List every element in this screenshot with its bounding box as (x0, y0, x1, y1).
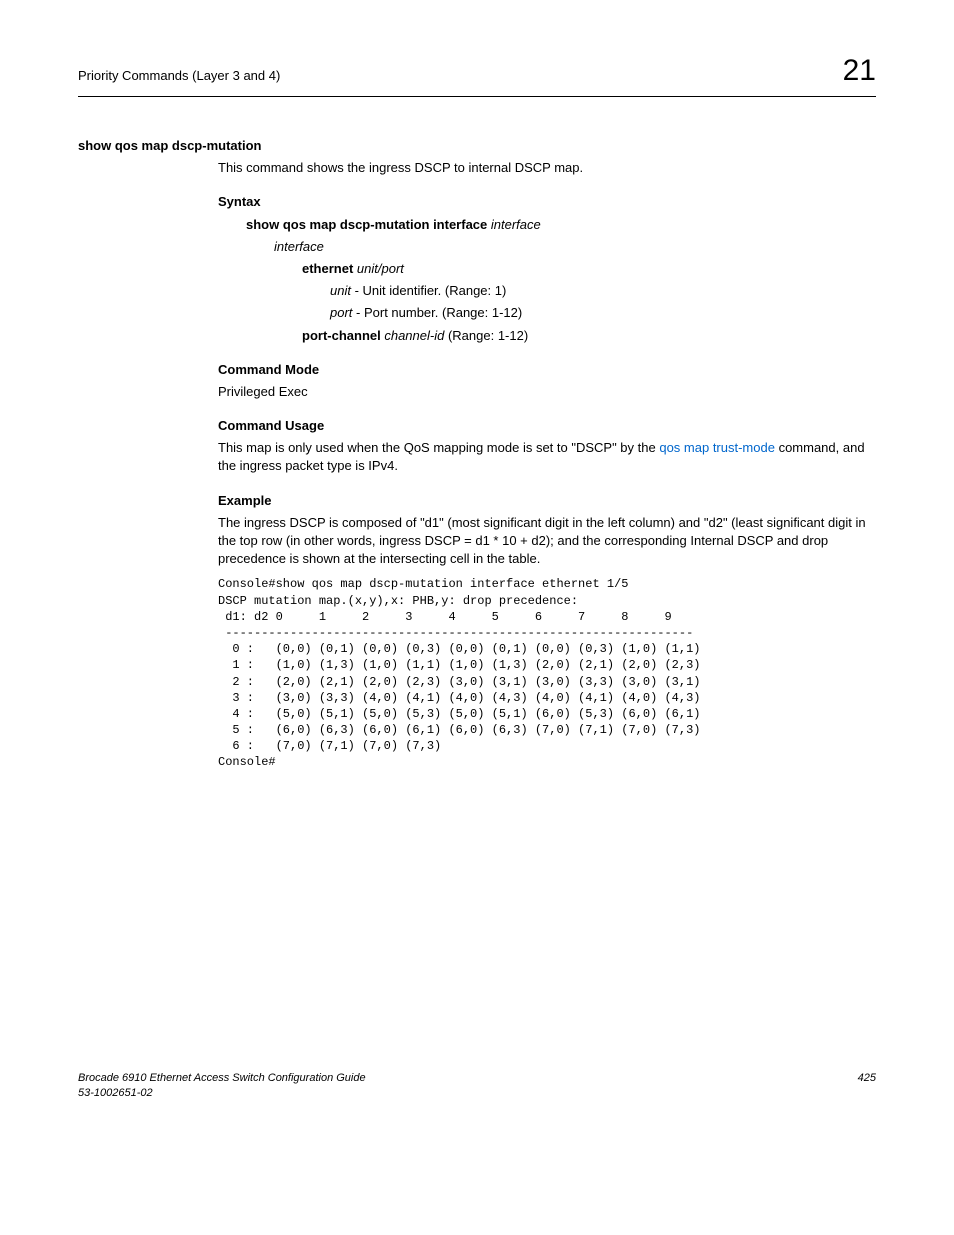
footer-left: Brocade 6910 Ethernet Access Switch Conf… (78, 1071, 366, 1102)
syntax-port: port - Port number. (Range: 1-12) (330, 304, 876, 322)
syntax-cmd-ital: interface (487, 217, 540, 232)
footer-page-number: 425 (858, 1071, 876, 1102)
command-section: show qos map dscp-mutation This command … (78, 137, 876, 771)
syntax-command: show qos map dscp-mutation interface int… (246, 216, 876, 234)
syntax-ethernet: ethernet unit/port (302, 260, 876, 278)
syntax-interface: interface (274, 238, 876, 256)
console-output: Console#show qos map dscp-mutation inter… (218, 576, 876, 770)
header-chapter-number: 21 (843, 50, 876, 92)
page-footer: Brocade 6910 Ethernet Access Switch Conf… (78, 1071, 876, 1102)
syntax-port-channel: port-channel channel-id (Range: 1-12) (302, 327, 876, 345)
usage-text: This map is only used when the QoS mappi… (218, 439, 876, 475)
syntax-heading: Syntax (218, 193, 876, 211)
page-header: Priority Commands (Layer 3 and 4) 21 (78, 50, 876, 97)
trust-mode-link[interactable]: qos map trust-mode (659, 440, 775, 455)
mode-heading: Command Mode (218, 361, 876, 379)
syntax-cmd-bold: show qos map dscp-mutation interface (246, 217, 487, 232)
mode-text: Privileged Exec (218, 383, 876, 401)
syntax-unit: unit - Unit identifier. (Range: 1) (330, 282, 876, 300)
header-section-title: Priority Commands (Layer 3 and 4) (78, 67, 280, 85)
command-name: show qos map dscp-mutation (78, 137, 876, 155)
example-text: The ingress DSCP is composed of "d1" (mo… (218, 514, 876, 569)
example-heading: Example (218, 492, 876, 510)
footer-docnum: 53-1002651-02 (78, 1086, 366, 1101)
command-body: This command shows the ingress DSCP to i… (218, 159, 876, 770)
footer-title: Brocade 6910 Ethernet Access Switch Conf… (78, 1071, 366, 1086)
command-intro: This command shows the ingress DSCP to i… (218, 159, 876, 177)
usage-heading: Command Usage (218, 417, 876, 435)
